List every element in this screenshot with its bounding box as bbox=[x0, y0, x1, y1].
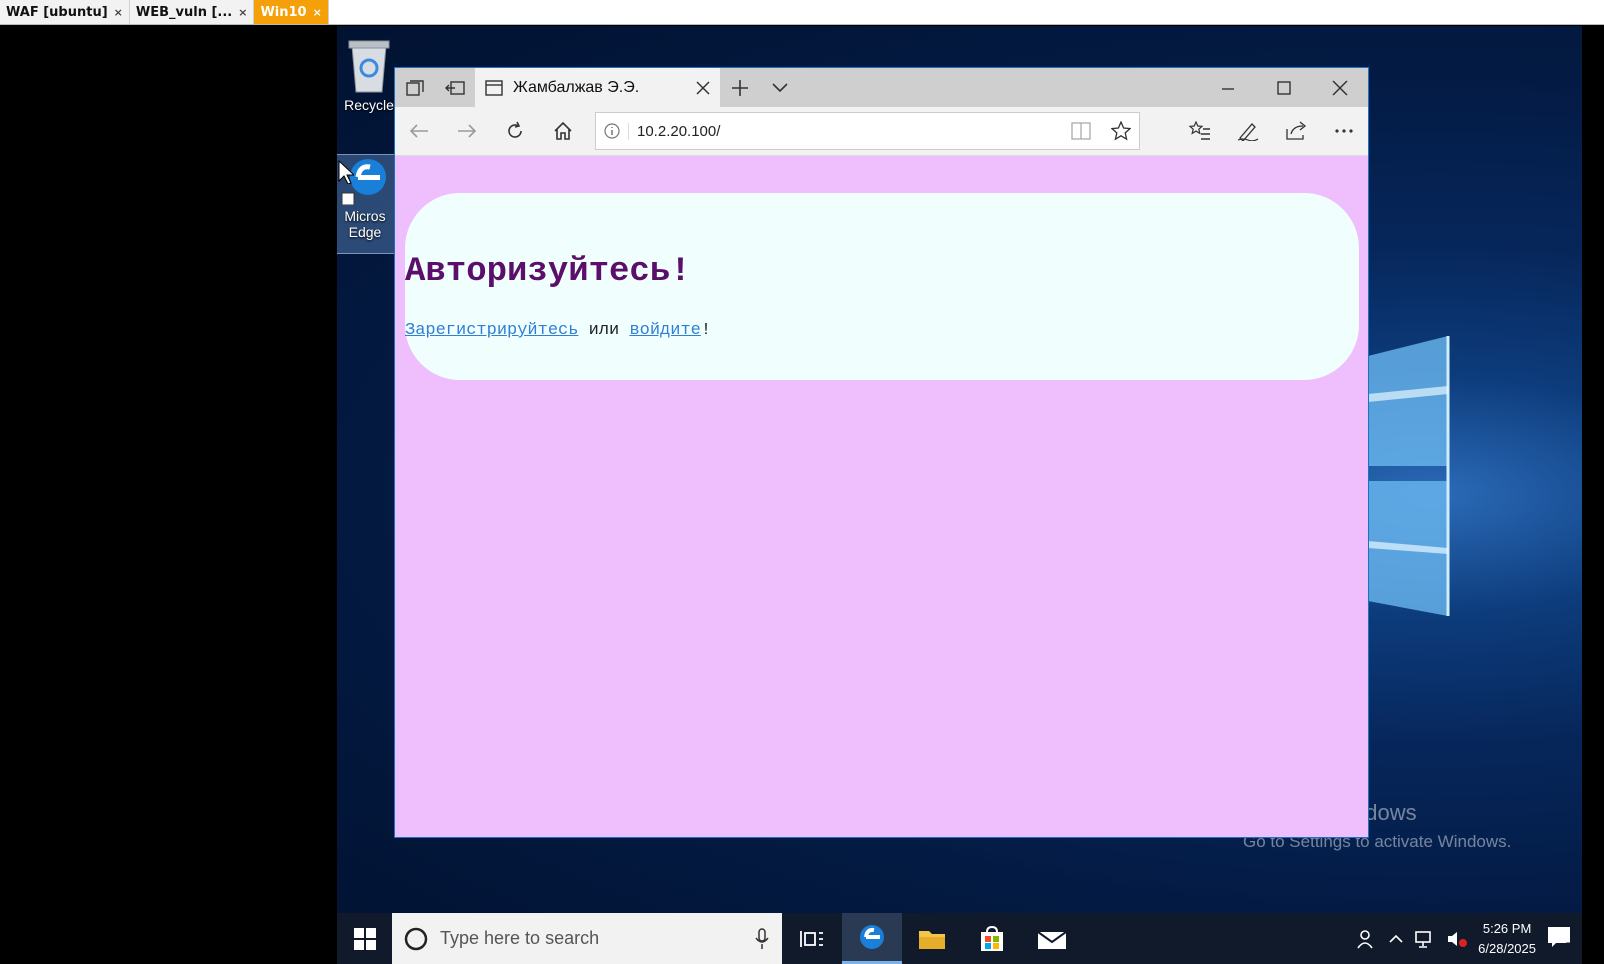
taskbar-search-box[interactable]: Type here to search bbox=[392, 913, 782, 964]
vm-tab-web-vuln[interactable]: WEB_vuln [... × bbox=[129, 0, 255, 24]
back-button[interactable] bbox=[395, 107, 443, 156]
recycle-bin-icon bbox=[348, 40, 390, 93]
address-bar[interactable]: 10.2.20.100/ bbox=[595, 112, 1140, 150]
close-icon[interactable]: × bbox=[114, 6, 123, 19]
star-icon[interactable] bbox=[1111, 121, 1131, 141]
browser-tab-title: Жамбалжав Э.Э. bbox=[513, 78, 640, 96]
chevron-up-icon[interactable] bbox=[1388, 931, 1404, 947]
plus-icon bbox=[732, 79, 748, 96]
auth-prompt: Зарегистрируйтесь или войдите! bbox=[405, 321, 711, 340]
exclamation-text: ! bbox=[700, 321, 712, 340]
close-window-button[interactable] bbox=[1312, 68, 1368, 107]
start-button[interactable] bbox=[337, 913, 392, 964]
action-center-button[interactable]: 7 bbox=[1546, 925, 1574, 953]
browser-title-bar: Жамбалжав Э.Э. bbox=[395, 68, 1368, 107]
clock-time: 5:26 PM bbox=[1482, 920, 1532, 936]
tab-preview-icon bbox=[406, 79, 424, 96]
url-text[interactable]: 10.2.20.100/ bbox=[628, 122, 1063, 140]
file-explorer-button[interactable] bbox=[902, 913, 962, 964]
web-page-content: Авторизуйтесь! Зарегистрируйтесь или вой… bbox=[395, 156, 1368, 837]
clock-date: 6/28/2025 bbox=[1478, 940, 1536, 956]
people-icon[interactable] bbox=[1356, 928, 1378, 950]
chevron-down-icon bbox=[772, 82, 788, 92]
vm-tab-label: WAF [ubuntu] bbox=[6, 4, 108, 20]
vm-tab-bar: WAF [ubuntu] × WEB_vuln [... × Win10 × bbox=[0, 0, 1604, 25]
pen-icon bbox=[1237, 123, 1259, 141]
register-link[interactable]: Зарегистрируйтесь bbox=[405, 321, 578, 340]
share-button[interactable] bbox=[1272, 107, 1320, 156]
microphone-icon[interactable] bbox=[754, 927, 770, 950]
taskbar-edge-button[interactable] bbox=[842, 913, 902, 964]
vm-tab-win10[interactable]: Win10 × bbox=[254, 0, 329, 24]
share-icon bbox=[1286, 121, 1307, 140]
task-view-button[interactable] bbox=[782, 913, 842, 964]
system-tray: 5:26 PM 6/28/2025 7 bbox=[1356, 913, 1582, 964]
login-link[interactable]: войдите bbox=[629, 321, 700, 340]
taskbar: Type here to search 5:26 PM 6/28/2025 7 bbox=[337, 913, 1582, 964]
folder-icon bbox=[919, 930, 945, 949]
search-placeholder: Type here to search bbox=[440, 928, 600, 948]
minimize-icon bbox=[1222, 87, 1234, 90]
arrow-right-icon bbox=[458, 124, 477, 138]
network-icon[interactable] bbox=[1414, 929, 1436, 949]
windows-start-icon bbox=[353, 927, 376, 950]
task-view-icon bbox=[800, 930, 823, 947]
close-icon[interactable]: × bbox=[238, 6, 247, 19]
vm-tab-label: Win10 bbox=[260, 4, 307, 20]
maximize-icon bbox=[1277, 80, 1291, 95]
favorites-button[interactable] bbox=[1176, 107, 1224, 156]
toolbar-actions bbox=[1176, 107, 1368, 156]
edge-label-line1: Micros bbox=[344, 208, 386, 224]
page-heading: Авторизуйтесь! bbox=[405, 253, 691, 291]
set-tabs-aside-button[interactable] bbox=[435, 68, 475, 107]
forward-button[interactable] bbox=[443, 107, 491, 156]
refresh-button[interactable] bbox=[491, 107, 539, 156]
info-icon[interactable] bbox=[604, 123, 620, 139]
recycle-bin-shortcut[interactable]: Recycle bbox=[337, 38, 401, 113]
mail-icon bbox=[1037, 930, 1067, 949]
arrow-left-icon bbox=[409, 124, 428, 138]
home-button[interactable] bbox=[539, 107, 587, 156]
close-icon[interactable] bbox=[696, 80, 710, 95]
or-text: или bbox=[578, 321, 630, 340]
volume-muted-icon[interactable] bbox=[1446, 929, 1468, 949]
page-icon bbox=[485, 79, 503, 96]
tabs-aside-button[interactable] bbox=[395, 68, 435, 107]
edge-browser-window: Жамбалжав Э.Э. 10.2.20.100/ Авторизуйтес… bbox=[395, 68, 1368, 837]
edge-label-line2: Edge bbox=[348, 224, 382, 240]
vm-tab-waf[interactable]: WAF [ubuntu] × bbox=[0, 0, 130, 24]
recycle-bin-label: Recycle bbox=[344, 97, 394, 113]
mail-button[interactable] bbox=[1022, 913, 1082, 964]
store-icon bbox=[981, 925, 1003, 951]
windows-logo-wallpaper bbox=[1368, 336, 1450, 616]
web-note-button[interactable] bbox=[1224, 107, 1272, 156]
ellipsis-icon bbox=[1335, 129, 1353, 133]
store-button[interactable] bbox=[962, 913, 1022, 964]
close-icon bbox=[1332, 79, 1348, 96]
mouse-cursor-icon bbox=[338, 160, 354, 184]
more-button[interactable] bbox=[1320, 107, 1368, 156]
vm-tab-label: WEB_vuln [... bbox=[135, 4, 233, 20]
close-icon[interactable]: × bbox=[313, 6, 322, 19]
new-tab-button[interactable] bbox=[720, 68, 760, 107]
minimize-button[interactable] bbox=[1200, 68, 1256, 107]
maximize-button[interactable] bbox=[1256, 68, 1312, 107]
notification-count: 7 bbox=[1565, 940, 1572, 953]
browser-tab[interactable]: Жамбалжав Э.Э. bbox=[475, 68, 720, 107]
edge-icon bbox=[860, 925, 884, 949]
reading-view-icon[interactable] bbox=[1071, 122, 1091, 140]
home-icon bbox=[554, 121, 572, 140]
clock[interactable]: 5:26 PM 6/28/2025 bbox=[1478, 919, 1536, 959]
tabs-aside-icon bbox=[445, 80, 465, 95]
cortana-icon bbox=[404, 927, 428, 950]
browser-toolbar: 10.2.20.100/ bbox=[395, 107, 1368, 156]
favorites-list-icon bbox=[1189, 121, 1210, 140]
auth-card: Авторизуйтесь! Зарегистрируйтесь или вой… bbox=[405, 193, 1359, 380]
refresh-icon bbox=[508, 121, 522, 138]
tab-list-button[interactable] bbox=[760, 68, 800, 107]
